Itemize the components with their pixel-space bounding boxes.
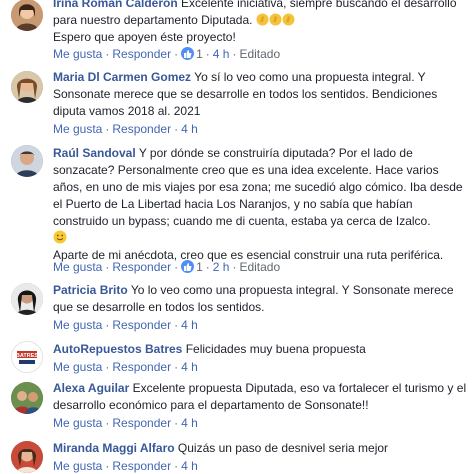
like-button[interactable]: Me gusta	[53, 318, 102, 332]
comment-actions: Me gusta · Responder · 4 h	[53, 317, 198, 333]
like-button[interactable]: Me gusta	[53, 260, 102, 274]
separator: ·	[174, 260, 179, 274]
comment-author[interactable]: AutoRepuestos Batres	[53, 342, 182, 356]
like-button[interactable]: Me gusta	[53, 459, 102, 473]
separator: ·	[205, 260, 210, 274]
separator: ·	[105, 122, 110, 136]
avatar-image	[11, 71, 43, 103]
timestamp[interactable]: 4 h	[181, 122, 198, 136]
like-icon[interactable]	[181, 47, 195, 60]
svg-text:BATRES: BATRES	[16, 353, 39, 359]
separator: ·	[232, 47, 237, 61]
reply-button[interactable]: Responder	[112, 318, 171, 332]
separator: ·	[105, 47, 110, 61]
separator: ·	[105, 459, 110, 473]
reply-button[interactable]: Responder	[112, 416, 171, 430]
separator: ·	[174, 122, 179, 136]
reply-button[interactable]: Responder	[112, 459, 171, 473]
separator: ·	[174, 360, 179, 374]
avatar[interactable]	[11, 441, 43, 473]
avatar-image	[11, 283, 43, 315]
avatar[interactable]	[11, 0, 43, 31]
smiley-emoji	[53, 230, 67, 245]
avatar-logo: BATRES	[12, 342, 42, 372]
reply-button[interactable]: Responder	[112, 122, 171, 136]
comment-author[interactable]: Patricia Brito	[53, 283, 128, 297]
comment-actions: Me gusta · Responder · 4 h	[53, 359, 198, 375]
comment-actions: Me gusta · Responder · 1 · 2 h · Editado	[53, 259, 280, 275]
edited-label: Editado	[239, 260, 281, 274]
like-button[interactable]: Me gusta	[53, 122, 102, 136]
avatar[interactable]: BATRES	[11, 341, 43, 373]
avatar-image	[11, 441, 43, 473]
reply-button[interactable]: Responder	[112, 360, 171, 374]
timestamp[interactable]: 4 h	[181, 416, 198, 430]
avatar-image	[11, 382, 43, 414]
like-button[interactable]: Me gusta	[53, 416, 102, 430]
like-icon[interactable]	[181, 260, 195, 273]
separator: ·	[232, 260, 237, 274]
reply-button[interactable]: Responder	[112, 47, 171, 61]
like-count[interactable]: 1	[196, 47, 203, 61]
comment-text: Quizás un paso de desnivel seria mejor	[177, 441, 389, 455]
timestamp[interactable]: 2 h	[213, 260, 230, 274]
avatar[interactable]	[11, 145, 43, 177]
comment-text: Felicidades muy buena propuesta	[185, 342, 366, 356]
separator: ·	[174, 47, 179, 61]
separator: ·	[205, 47, 210, 61]
separator: ·	[105, 360, 110, 374]
comment-author[interactable]: Irina Román Calderón	[53, 0, 178, 10]
separator: ·	[174, 459, 179, 473]
edited-label: Editado	[239, 47, 281, 61]
comment-author[interactable]: Maria Dl Carmen Gomez	[53, 70, 191, 84]
like-button[interactable]: Me gusta	[53, 360, 102, 374]
avatar[interactable]	[11, 71, 43, 103]
avatar[interactable]	[11, 382, 43, 414]
timestamp[interactable]: 4 h	[181, 459, 198, 473]
comment-author[interactable]: Miranda Maggi Alfaro	[53, 441, 175, 455]
timestamp[interactable]: 4 h	[181, 318, 198, 332]
timestamp[interactable]: 4 h	[181, 360, 198, 374]
comment-actions: Me gusta · Responder · 1 · 4 h · Editado	[53, 46, 280, 62]
separator: ·	[105, 318, 110, 332]
separator: ·	[105, 416, 110, 430]
clapping-hands-emoji	[256, 13, 295, 27]
avatar-image	[11, 145, 43, 177]
comment-actions: Me gusta · Responder · 4 h	[53, 458, 198, 474]
timestamp[interactable]: 4 h	[213, 47, 230, 61]
comment-author[interactable]: Raúl Sandoval	[53, 146, 136, 160]
avatar[interactable]	[11, 283, 43, 315]
comment-actions: Me gusta · Responder · 4 h	[53, 121, 198, 137]
like-button[interactable]: Me gusta	[53, 47, 102, 61]
like-count[interactable]: 1	[196, 260, 203, 274]
comment-author[interactable]: Alexa Aguilar	[53, 381, 129, 395]
reply-button[interactable]: Responder	[112, 260, 171, 274]
separator: ·	[105, 260, 110, 274]
separator: ·	[174, 416, 179, 430]
comment-actions: Me gusta · Responder · 4 h	[53, 415, 198, 431]
avatar-image	[11, 0, 43, 31]
separator: ·	[174, 318, 179, 332]
comment-text-continued: Espero que apoyen éste proyecto!	[53, 30, 236, 44]
